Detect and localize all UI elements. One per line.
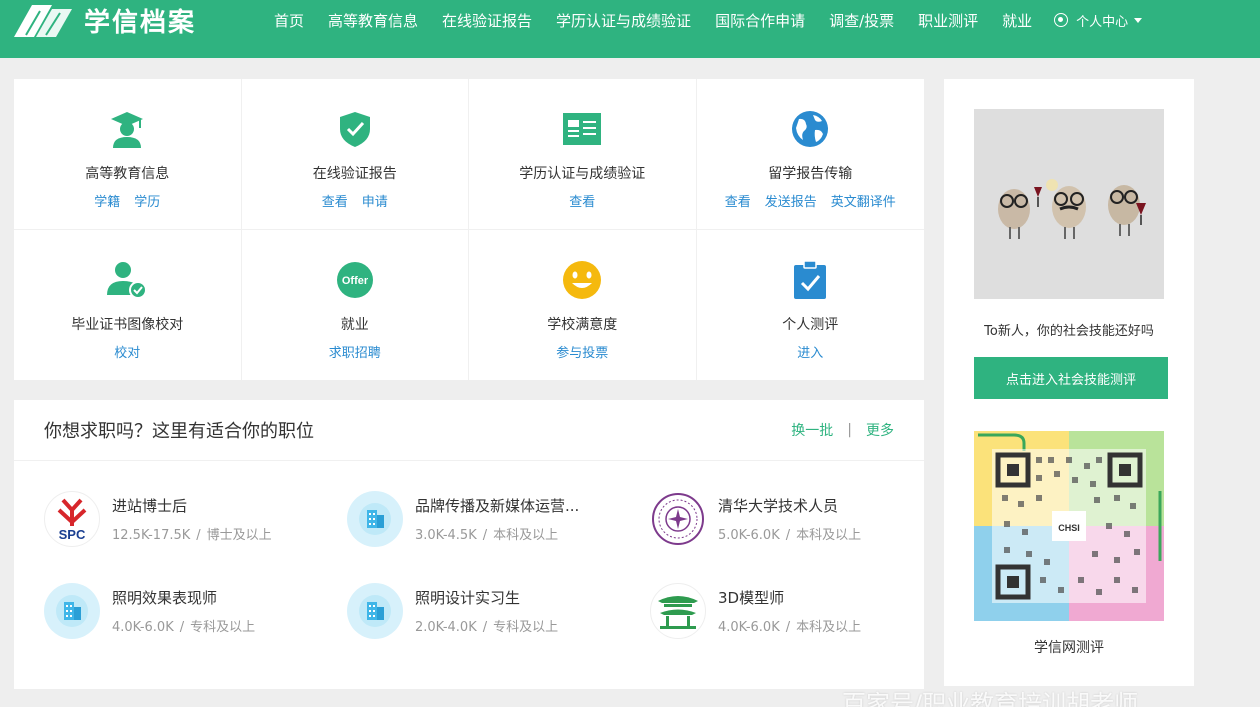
more-jobs-link[interactable]: 更多 (866, 420, 894, 440)
jobs-section-title: 你想求职吗？这里有适合你的职位 (44, 421, 314, 442)
link-view-certification[interactable]: 查看 (569, 191, 595, 210)
link-view-abroad[interactable]: 查看 (725, 191, 751, 210)
job-salary: 5.0K-6.0K (718, 528, 780, 543)
link-english-translation[interactable]: 英文翻译件 (831, 191, 896, 210)
watermark-text: 百家号/职业教育培训胡老师 (842, 690, 1139, 707)
top-header: 学信档案 首页 高等教育信息 在线验证报告 学历认证与成绩验证 国际合作申请 调… (0, 0, 1260, 58)
offer-badge-text: Offer (342, 275, 369, 287)
job-item[interactable]: 品牌传播及新媒体运营... 3.0K-4.5K / 本科及以上 (347, 489, 637, 549)
building-icon (347, 491, 403, 547)
service-employment: Offer 就业 求职招聘 (242, 229, 469, 380)
service-title: 留学报告传输 (768, 166, 853, 182)
service-title: 就业 (340, 316, 369, 333)
nav-certification[interactable]: 学历认证与成绩验证 (556, 10, 691, 31)
job-recommendations: 你想求职吗？这里有适合你的职位 换一批 | 更多 SPC 进站博士后 12.5K… (14, 400, 924, 689)
service-title: 学校满意度 (547, 316, 618, 333)
chevron-down-icon (1134, 17, 1143, 23)
nav-higher-education[interactable]: 高等教育信息 (328, 10, 418, 31)
id-card-icon (562, 109, 602, 149)
job-item[interactable]: SPC 进站博士后 12.5K-17.5K / 博士及以上 (44, 489, 334, 549)
tsinghua-seal (650, 491, 706, 547)
job-salary: 12.5K-17.5K (112, 528, 191, 543)
nav-home[interactable]: 首页 (274, 10, 304, 31)
link-proofread[interactable]: 校对 (114, 342, 140, 361)
user-check-icon (107, 260, 148, 300)
offer-icon: Offer (335, 260, 375, 300)
service-higher-education: 高等教育信息 学籍 学历 (14, 79, 242, 230)
link-job-search[interactable]: 求职招聘 (329, 342, 381, 361)
nav-survey[interactable]: 调查/投票 (829, 10, 894, 31)
spc-logo: SPC (44, 491, 100, 547)
nav-career-test[interactable]: 职业测评 (918, 10, 978, 31)
link-degree[interactable]: 学历 (134, 191, 160, 210)
service-grid: 高等教育信息 学籍 学历 在线验证报告 查看 申请 学历认证与成绩验证 查看 留… (14, 79, 924, 380)
link-student-status[interactable]: 学籍 (94, 191, 120, 210)
user-icon (1054, 13, 1069, 27)
link-enter-assessment[interactable]: 进入 (797, 342, 823, 361)
divider: | (847, 422, 852, 438)
job-item[interactable]: 3D模型师 4.0K-6.0K / 本科及以上 (650, 581, 940, 641)
job-title: 进站博士后 (112, 497, 188, 515)
side-panel: To新人，你的社会技能还好吗 点击进入社会技能测评 CHSI 学信网测评 (944, 79, 1194, 686)
nav-international[interactable]: 国际合作申请 (715, 10, 805, 31)
main-nav: 首页 高等教育信息 在线验证报告 学历认证与成绩验证 国际合作申请 调查/投票 … (262, 0, 1143, 40)
nav-employment[interactable]: 就业 (1002, 10, 1032, 31)
job-education: 专科及以上 (190, 620, 256, 635)
promo-image[interactable] (974, 109, 1164, 299)
promo-text: To新人，你的社会技能还好吗 (984, 324, 1154, 339)
social-skills-test-button[interactable]: 点击进入社会技能测评 (974, 357, 1168, 399)
service-school-satisfaction: 学校满意度 参与投票 (469, 229, 697, 380)
job-title: 清华大学技术人员 (718, 497, 839, 515)
job-salary: 2.0K-4.0K (415, 620, 477, 635)
service-title: 学历认证与成绩验证 (519, 166, 646, 182)
spc-logo-text: SPC (59, 527, 86, 542)
service-title: 高等教育信息 (85, 166, 170, 182)
book-logo-icon (14, 5, 72, 37)
job-salary: 3.0K-4.5K (415, 528, 477, 543)
smile-icon (562, 260, 602, 300)
building-icon (44, 583, 100, 639)
job-education: 博士及以上 (206, 528, 272, 543)
link-view-report[interactable]: 查看 (322, 191, 348, 210)
job-title: 品牌传播及新媒体运营... (415, 497, 580, 515)
link-vote[interactable]: 参与投票 (556, 342, 608, 361)
service-title: 在线验证报告 (312, 166, 397, 182)
job-item[interactable]: 照明设计实习生 2.0K-4.0K / 专科及以上 (347, 581, 637, 641)
job-salary: 4.0K-6.0K (718, 620, 780, 635)
clipboard-check-icon (790, 259, 830, 300)
service-personal-assessment: 个人测评 进入 (697, 230, 925, 381)
link-apply-report[interactable]: 申请 (362, 191, 388, 210)
brand-name: 学信档案 (84, 7, 197, 38)
graduate-icon (107, 109, 147, 149)
job-salary: 4.0K-6.0K (112, 620, 174, 635)
job-item[interactable]: 清华大学技术人员 5.0K-6.0K / 本科及以上 (650, 489, 940, 549)
job-education: 专科及以上 (493, 620, 559, 635)
user-center-menu[interactable]: 个人中心 (1054, 11, 1143, 30)
service-title: 个人测评 (782, 316, 839, 333)
service-certification: 学历认证与成绩验证 查看 (469, 79, 697, 230)
building-icon (347, 583, 403, 639)
job-title: 照明设计实习生 (415, 589, 521, 607)
shield-check-icon (335, 109, 375, 149)
qr-caption: 学信网测评 (1034, 640, 1104, 656)
job-title: 3D模型师 (718, 589, 785, 607)
refresh-jobs-link[interactable]: 换一批 (791, 420, 833, 440)
job-education: 本科及以上 (796, 528, 862, 543)
qr-code-image: CHSI (974, 431, 1164, 621)
job-education: 本科及以上 (493, 528, 559, 543)
service-study-abroad: 留学报告传输 查看 发送报告 英文翻译件 (696, 79, 924, 230)
job-education: 本科及以上 (796, 620, 862, 635)
link-send-report[interactable]: 发送报告 (765, 191, 817, 210)
globe-icon (790, 109, 830, 149)
qr-center-text: CHSI (1058, 523, 1080, 533)
job-title: 照明效果表现师 (112, 589, 218, 607)
pavilion-logo (650, 583, 706, 639)
site-logo[interactable]: 学信档案 (12, 0, 196, 40)
user-center-label: 个人中心 (1076, 14, 1129, 30)
nav-online-report[interactable]: 在线验证报告 (442, 10, 532, 31)
job-item[interactable]: 照明效果表现师 4.0K-6.0K / 专科及以上 (44, 581, 334, 641)
service-diploma-check: 毕业证书图像校对 校对 (14, 229, 242, 380)
service-online-report: 在线验证报告 查看 申请 (241, 79, 469, 230)
service-title: 毕业证书图像校对 (71, 316, 184, 333)
